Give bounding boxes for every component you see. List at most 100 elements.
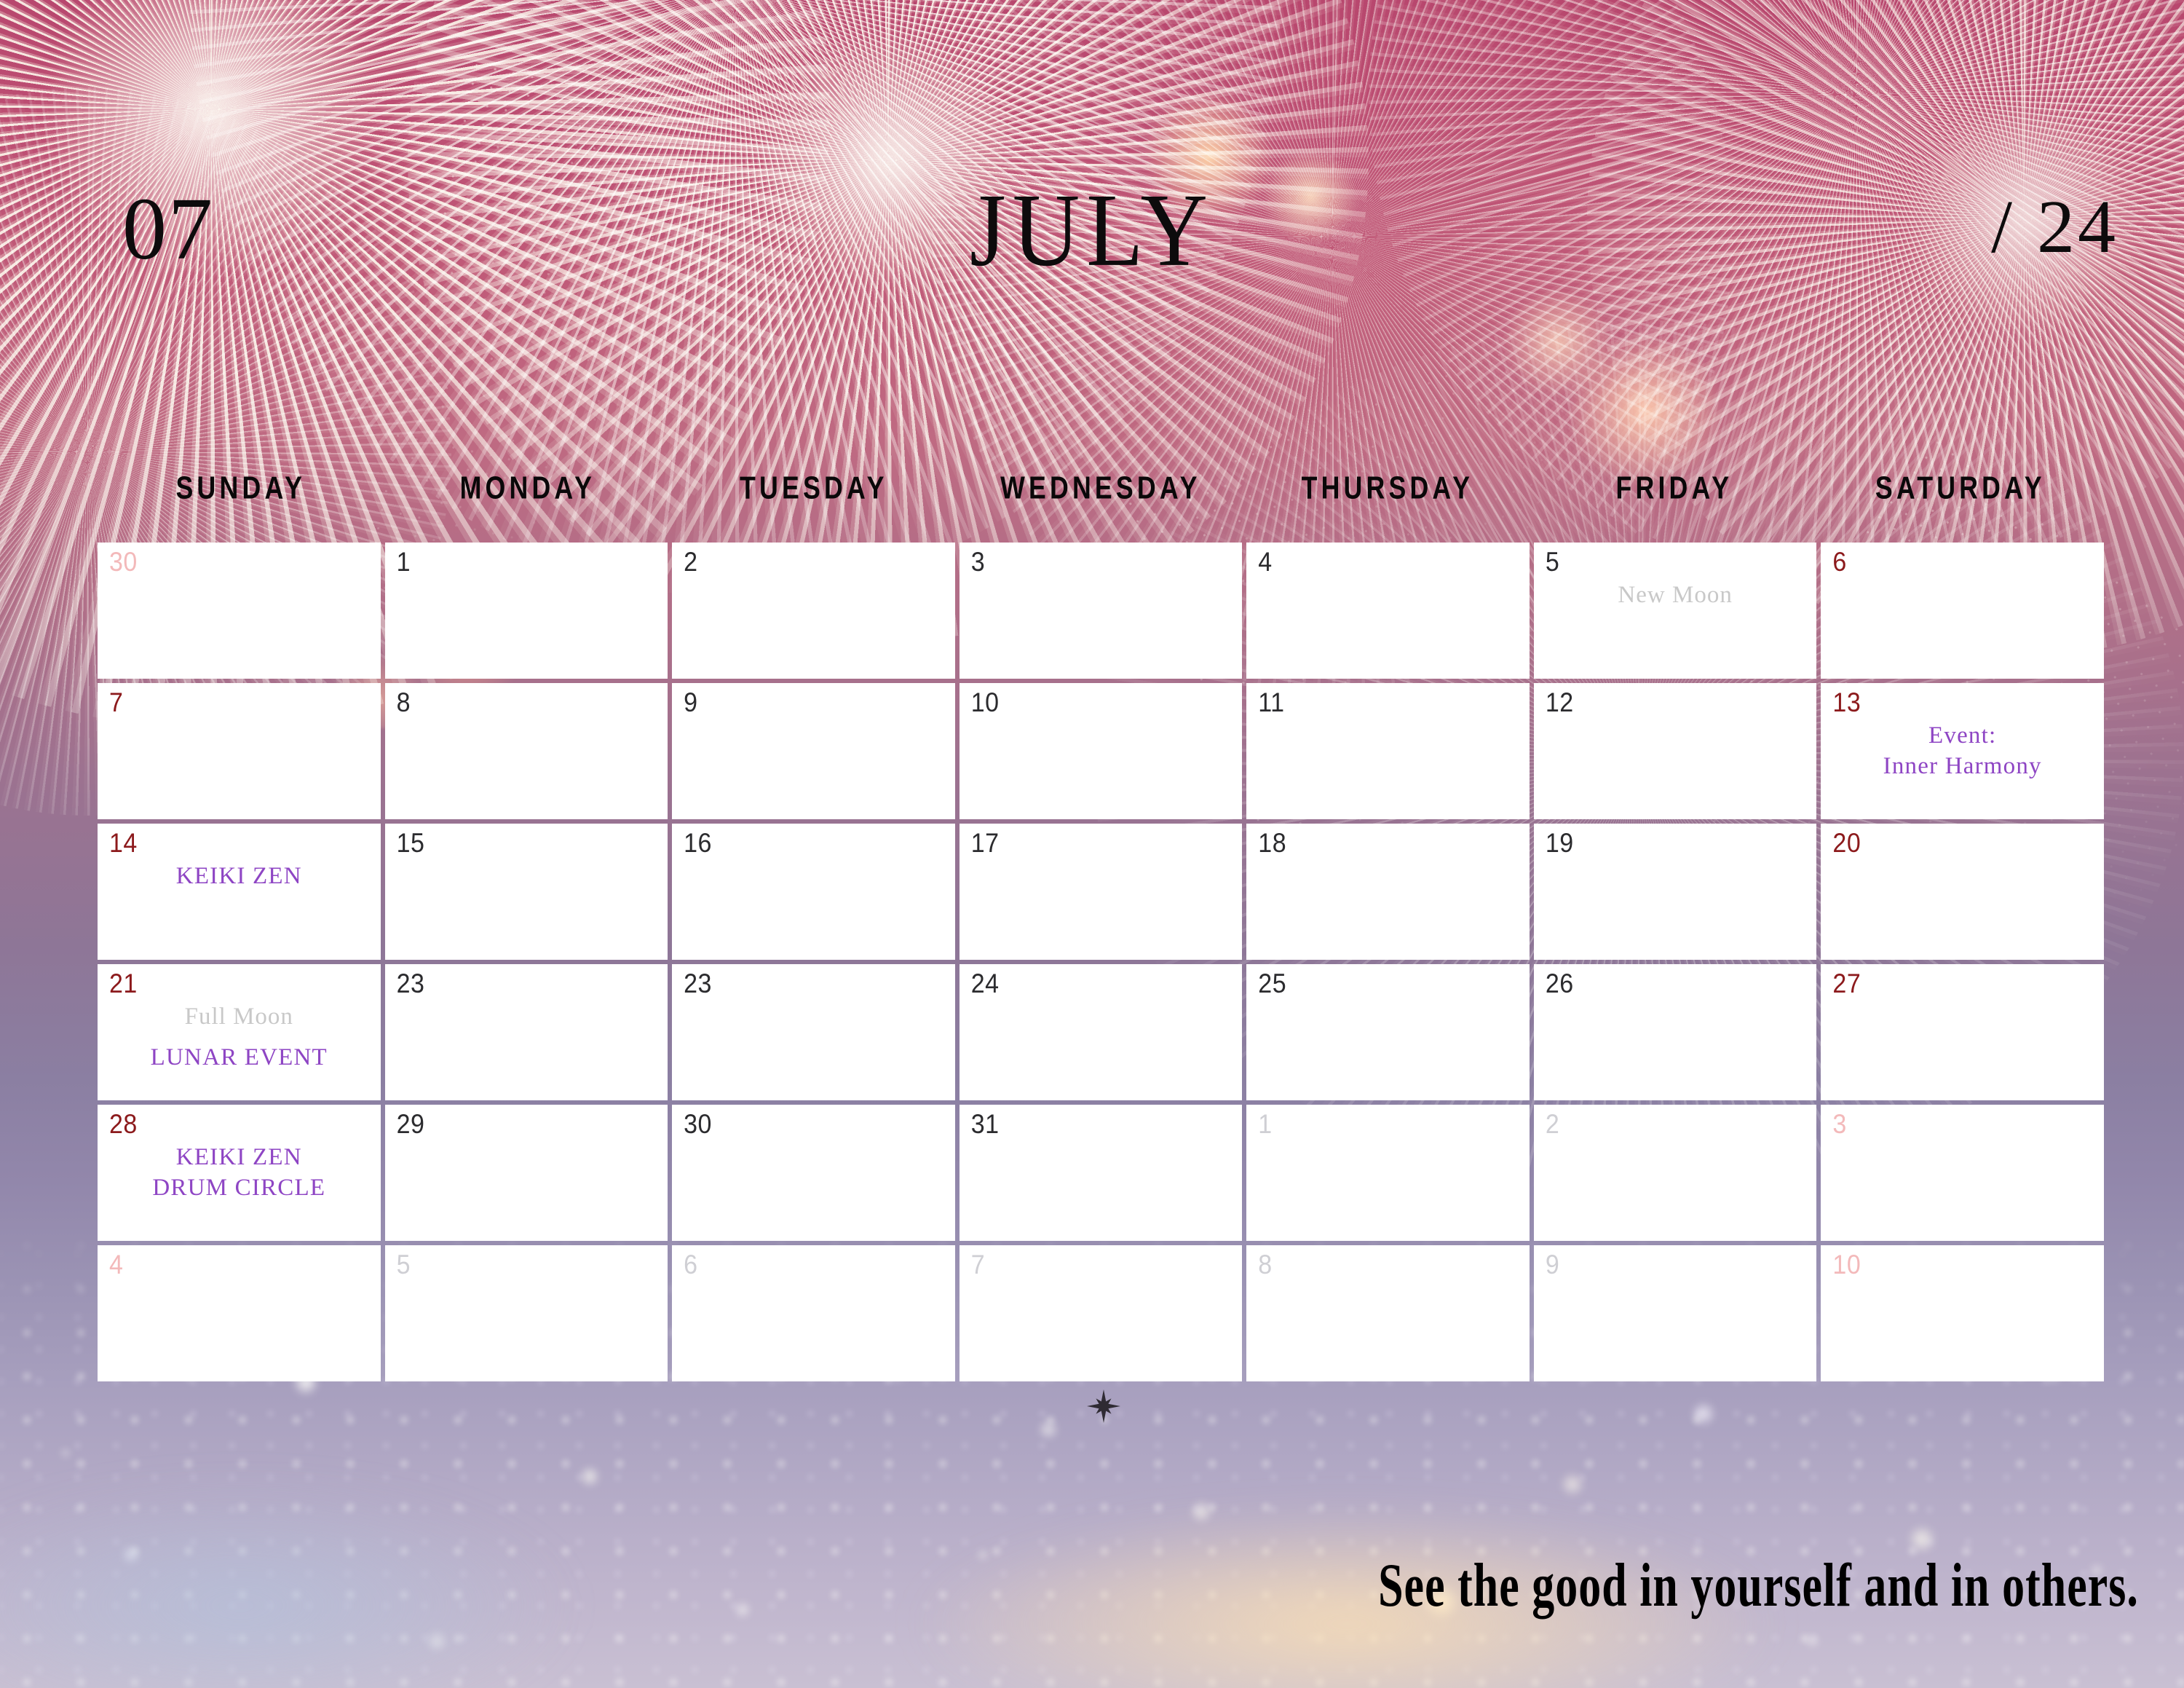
day-number: 11 bbox=[1258, 687, 1285, 718]
calendar-day-cell[interactable]: 23 bbox=[672, 964, 955, 1100]
day-number: 9 bbox=[684, 687, 698, 718]
day-events: KEIKI ZEN DRUM CIRCLE bbox=[98, 1143, 381, 1203]
day-number: 13 bbox=[1832, 687, 1861, 718]
calendar-day-cell[interactable]: 30 bbox=[98, 543, 381, 679]
calendar-day-cell[interactable]: 10 bbox=[959, 683, 1243, 819]
calendar-day-cell[interactable]: 1 bbox=[384, 543, 668, 679]
day-number: 21 bbox=[109, 969, 138, 999]
calendar-day-cell[interactable]: 8 bbox=[1246, 1245, 1530, 1381]
calendar-day-cell[interactable]: 9 bbox=[672, 683, 955, 819]
event-label: KEIKI ZEN bbox=[175, 1144, 302, 1170]
day-number: 5 bbox=[396, 1250, 411, 1280]
day-number: 27 bbox=[1832, 969, 1861, 999]
calendar-day-cell[interactable]: 19 bbox=[1533, 824, 1817, 960]
day-number: 28 bbox=[109, 1109, 138, 1140]
calendar-day-cell[interactable]: 24 bbox=[959, 964, 1243, 1100]
event-label: Inner Harmony bbox=[1883, 752, 2042, 779]
day-events: Event: Inner Harmony bbox=[1821, 721, 2104, 781]
day-number: 6 bbox=[684, 1250, 698, 1280]
weekday-header-thursday: THURSDAY bbox=[1301, 470, 1473, 506]
calendar-day-cell[interactable]: 4 bbox=[98, 1245, 381, 1381]
day-number: 4 bbox=[1258, 547, 1273, 577]
calendar-day-cell[interactable]: 5 bbox=[384, 1245, 668, 1381]
calendar-day-cell[interactable]: 25 bbox=[1246, 964, 1530, 1100]
calendar-day-cell[interactable]: 12 bbox=[1533, 683, 1817, 819]
day-events: KEIKI ZEN bbox=[98, 861, 381, 892]
day-events: Full Moon LUNAR EVENT bbox=[98, 1002, 381, 1073]
day-number: 3 bbox=[1832, 1109, 1847, 1140]
calendar-day-cell[interactable]: 30 bbox=[672, 1105, 955, 1241]
calendar-day-cell[interactable]: 8 bbox=[384, 683, 668, 819]
day-number: 31 bbox=[970, 1109, 1000, 1140]
calendar-day-cell[interactable]: 7 bbox=[98, 683, 381, 819]
calendar-day-cell[interactable]: 6 bbox=[672, 1245, 955, 1381]
day-number: 1 bbox=[396, 547, 411, 577]
weekday-header-friday: FRIDAY bbox=[1615, 470, 1733, 506]
day-number: 6 bbox=[1832, 547, 1847, 577]
day-number: 2 bbox=[684, 547, 698, 577]
calendar-day-cell[interactable]: 3 bbox=[1821, 1105, 2104, 1241]
calendar-day-cell[interactable]: 9 bbox=[1533, 1245, 1817, 1381]
weekday-header-wednesday: WEDNESDAY bbox=[1000, 470, 1201, 506]
day-number: 18 bbox=[1258, 828, 1287, 859]
event-label: LUNAR EVENT bbox=[150, 1044, 328, 1070]
day-number: 23 bbox=[396, 969, 425, 999]
day-number: 9 bbox=[1545, 1250, 1560, 1280]
event-label: Event: bbox=[1928, 722, 1997, 749]
calendar-day-cell[interactable]: 15 bbox=[384, 824, 668, 960]
day-number: 3 bbox=[970, 547, 986, 577]
weekday-header-sunday: SUNDAY bbox=[175, 470, 306, 506]
calendar-day-cell[interactable]: 21 Full Moon LUNAR EVENT bbox=[98, 964, 381, 1100]
calendar-day-cell[interactable]: 2 bbox=[672, 543, 955, 679]
weekday-header-row: SUNDAY MONDAY TUESDAY WEDNESDAY THURSDAY… bbox=[98, 470, 2104, 506]
calendar-day-cell[interactable]: 6 bbox=[1821, 543, 2104, 679]
calendar-day-cell[interactable]: 29 bbox=[384, 1105, 668, 1241]
event-label: KEIKI ZEN bbox=[175, 863, 302, 889]
month-name: JULY bbox=[969, 172, 1215, 288]
day-number: 12 bbox=[1545, 687, 1574, 718]
day-number: 1 bbox=[1258, 1109, 1273, 1140]
weekday-header-monday: MONDAY bbox=[459, 470, 596, 506]
day-number: 14 bbox=[109, 828, 138, 859]
calendar-day-cell[interactable]: 16 bbox=[672, 824, 955, 960]
calendar-day-cell[interactable]: 10 bbox=[1821, 1245, 2104, 1381]
calendar-day-cell[interactable]: 2 bbox=[1533, 1105, 1817, 1241]
day-number: 25 bbox=[1258, 969, 1287, 999]
day-number: 10 bbox=[1832, 1250, 1861, 1280]
day-number: 29 bbox=[396, 1109, 425, 1140]
weekday-header-saturday: SATURDAY bbox=[1875, 470, 2046, 506]
calendar-day-cell[interactable]: 7 bbox=[959, 1245, 1243, 1381]
calendar-day-cell[interactable]: 13 Event: Inner Harmony bbox=[1821, 683, 2104, 819]
calendar-day-cell[interactable]: 18 bbox=[1246, 824, 1530, 960]
calendar-day-cell[interactable]: 17 bbox=[959, 824, 1243, 960]
day-number: 26 bbox=[1545, 969, 1574, 999]
calendar-day-cell[interactable]: 28 KEIKI ZEN DRUM CIRCLE bbox=[98, 1105, 381, 1241]
calendar-day-cell[interactable]: 11 bbox=[1246, 683, 1530, 819]
calendar-day-cell[interactable]: 27 bbox=[1821, 964, 2104, 1100]
day-events: New Moon bbox=[1534, 580, 1817, 621]
day-number: 30 bbox=[109, 547, 138, 577]
background-cool-glow bbox=[0, 1486, 568, 1688]
weekday-header-tuesday: TUESDAY bbox=[740, 470, 889, 506]
day-number: 15 bbox=[396, 828, 425, 859]
day-number: 24 bbox=[970, 969, 1000, 999]
calendar-header: 07 JULY / 24 bbox=[0, 178, 2184, 290]
moon-phase-label: Full Moon bbox=[184, 1003, 293, 1030]
calendar-day-cell[interactable]: 1 bbox=[1246, 1105, 1530, 1241]
day-number: 8 bbox=[396, 687, 411, 718]
sparkle-star-icon bbox=[1087, 1389, 1120, 1423]
day-number: 30 bbox=[684, 1109, 712, 1140]
calendar-day-cell[interactable]: 3 bbox=[959, 543, 1243, 679]
calendar-day-cell[interactable]: 4 bbox=[1246, 543, 1530, 679]
day-number: 5 bbox=[1545, 547, 1560, 577]
calendar-day-cell[interactable]: 26 bbox=[1533, 964, 1817, 1100]
footer-quote: See the good in yourself and in others. bbox=[1378, 1550, 2139, 1620]
calendar-day-cell[interactable]: 23 bbox=[384, 964, 668, 1100]
day-number: 7 bbox=[970, 1250, 986, 1280]
calendar-page: 07 JULY / 24 SUNDAY MONDAY TUESDAY WEDNE… bbox=[0, 0, 2184, 1688]
day-number: 20 bbox=[1832, 828, 1861, 859]
calendar-day-cell[interactable]: 20 bbox=[1821, 824, 2104, 960]
calendar-day-cell[interactable]: 5 New Moon bbox=[1533, 543, 1817, 679]
calendar-day-cell[interactable]: 31 bbox=[959, 1105, 1243, 1241]
calendar-day-cell[interactable]: 14 KEIKI ZEN bbox=[98, 824, 381, 960]
